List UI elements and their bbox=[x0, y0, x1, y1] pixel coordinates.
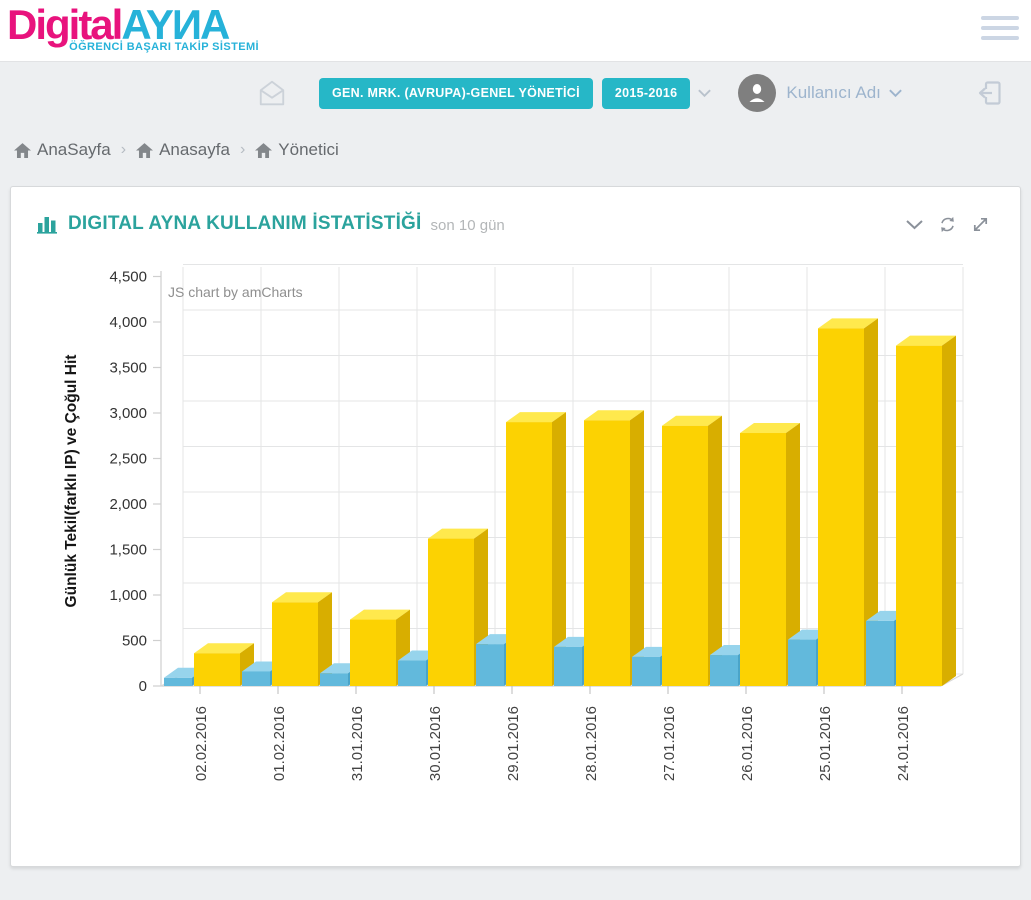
app-logo-text: DigitalAYИA bbox=[7, 4, 259, 46]
messages-envelope-icon[interactable] bbox=[257, 78, 287, 108]
usage-chart-svg: 0 500 1,000 1,500 2,000 2,500 3,000 3,500 4,000 4… bbox=[56, 259, 1001, 821]
x-axis-category-label: 27.01.2016 bbox=[661, 706, 678, 781]
home-icon bbox=[136, 143, 153, 158]
breadcrumb-separator: › bbox=[240, 141, 245, 159]
y-axis-tick-label: 500 bbox=[122, 633, 147, 650]
panel-tools bbox=[905, 215, 990, 234]
column-front-face bbox=[710, 655, 738, 686]
column-front-face bbox=[506, 422, 552, 686]
panel-subtitle: son 10 gün bbox=[431, 214, 505, 234]
column-front-face bbox=[272, 602, 318, 686]
term-button[interactable]: 2015-2016 bbox=[602, 78, 690, 109]
usage-statistics-panel: DIGITAL AYNA KULLANIM İSTATİSTİĞİ son 10… bbox=[10, 186, 1021, 867]
breadcrumb-label: Anasayfa bbox=[159, 140, 230, 160]
x-axis-category-label: 02.02.2016 bbox=[193, 706, 210, 781]
column-front-face bbox=[554, 647, 582, 686]
y-axis-tick-label: 1,000 bbox=[109, 587, 147, 604]
column-front-face bbox=[818, 328, 864, 686]
avatar[interactable] bbox=[738, 74, 776, 112]
refresh-icon[interactable] bbox=[938, 215, 957, 234]
breadcrumb-label: Yönetici bbox=[278, 140, 338, 160]
column-front-face bbox=[398, 661, 426, 686]
menu-icon[interactable] bbox=[981, 16, 1019, 40]
amcharts-watermark-link[interactable]: JS chart by amCharts bbox=[168, 284, 303, 300]
column-front-face bbox=[242, 671, 270, 686]
y-axis-tick-label: 3,000 bbox=[109, 405, 147, 422]
x-axis-category-label: 30.01.2016 bbox=[427, 706, 444, 781]
column-front-face bbox=[584, 420, 630, 686]
app-logo[interactable]: DigitalAYИA ÖĞRENCİ BAŞARI TAKİP SİSTEMİ bbox=[0, 0, 259, 53]
x-axis-category-label: 01.02.2016 bbox=[271, 706, 288, 781]
logout-icon[interactable] bbox=[974, 77, 1006, 109]
role-button[interactable]: GEN. MRK. (AVRUPA)-GENEL YÖNETİCİ bbox=[319, 78, 593, 109]
y-axis-tick-label: 2,000 bbox=[109, 496, 147, 513]
column-side-face bbox=[708, 416, 722, 686]
column-side-face bbox=[942, 336, 956, 686]
panel-title: DIGITAL AYNA KULLANIM İSTATİSTİĞİ bbox=[68, 213, 422, 235]
column-front-face bbox=[788, 640, 816, 686]
column-front-face bbox=[866, 621, 894, 686]
y-axis-tick-label: 1,500 bbox=[109, 542, 147, 559]
y-axis-tick-label: 0 bbox=[139, 678, 147, 695]
column-front-face bbox=[632, 657, 660, 686]
x-axis-category-label: 24.01.2016 bbox=[895, 706, 912, 781]
panel-header: DIGITAL AYNA KULLANIM İSTATİSTİĞİ son 10… bbox=[11, 187, 1020, 235]
column-front-face bbox=[194, 653, 240, 686]
user-chevron-down-icon[interactable] bbox=[888, 88, 903, 98]
y-axis-tick-label: 2,500 bbox=[109, 451, 147, 468]
x-axis-category-label: 26.01.2016 bbox=[739, 706, 756, 781]
y-axis-tick-label: 4,500 bbox=[109, 269, 147, 286]
column-side-face bbox=[630, 410, 644, 686]
column-front-face bbox=[740, 433, 786, 686]
x-axis-category-label: 29.01.2016 bbox=[505, 706, 522, 781]
x-axis-category-label: 28.01.2016 bbox=[583, 706, 600, 781]
column-front-face bbox=[350, 620, 396, 686]
header-row: GEN. MRK. (AVRUPA)-GENEL YÖNETİCİ 2015-2… bbox=[0, 62, 1031, 124]
home-icon bbox=[14, 143, 31, 158]
column-front-face bbox=[476, 644, 504, 686]
breadcrumb-item-anasayfa-1[interactable]: AnaSayfa bbox=[14, 140, 111, 160]
y-axis-tick-label: 4,000 bbox=[109, 314, 147, 331]
x-axis-category-label: 31.01.2016 bbox=[349, 706, 366, 781]
breadcrumb-item-anasayfa-2[interactable]: Anasayfa bbox=[136, 140, 230, 160]
column-front-face bbox=[896, 346, 942, 686]
x-axis-category-label: 25.01.2016 bbox=[817, 706, 834, 781]
column-front-face bbox=[164, 678, 192, 686]
chart-area: 0 500 1,000 1,500 2,000 2,500 3,000 3,500 4,000 4… bbox=[56, 259, 1020, 826]
column-front-face bbox=[320, 673, 348, 686]
y-axis-title: Günlük Tekil(farklı IP) ve Çoğul Hit bbox=[63, 355, 80, 608]
user-name[interactable]: Kullanıcı Adı bbox=[786, 83, 881, 103]
fullscreen-expand-icon[interactable] bbox=[971, 215, 990, 234]
breadcrumb-label: AnaSayfa bbox=[37, 140, 111, 160]
collapse-chevron-icon[interactable] bbox=[905, 215, 924, 234]
bar-chart-icon bbox=[37, 214, 59, 234]
breadcrumb: AnaSayfa › Anasayfa › Yönetici bbox=[14, 140, 1031, 160]
column-front-face bbox=[662, 426, 708, 686]
breadcrumb-item-yonetici[interactable]: Yönetici bbox=[255, 140, 338, 160]
topbar: DigitalAYИA ÖĞRENCİ BAŞARI TAKİP SİSTEMİ bbox=[0, 0, 1031, 62]
y-axis-tick-label: 3,500 bbox=[109, 360, 147, 377]
person-icon bbox=[746, 82, 768, 104]
term-chevron-down-icon[interactable] bbox=[697, 88, 712, 98]
column-front-face bbox=[428, 539, 474, 686]
breadcrumb-separator: › bbox=[121, 141, 126, 159]
home-icon bbox=[255, 143, 272, 158]
